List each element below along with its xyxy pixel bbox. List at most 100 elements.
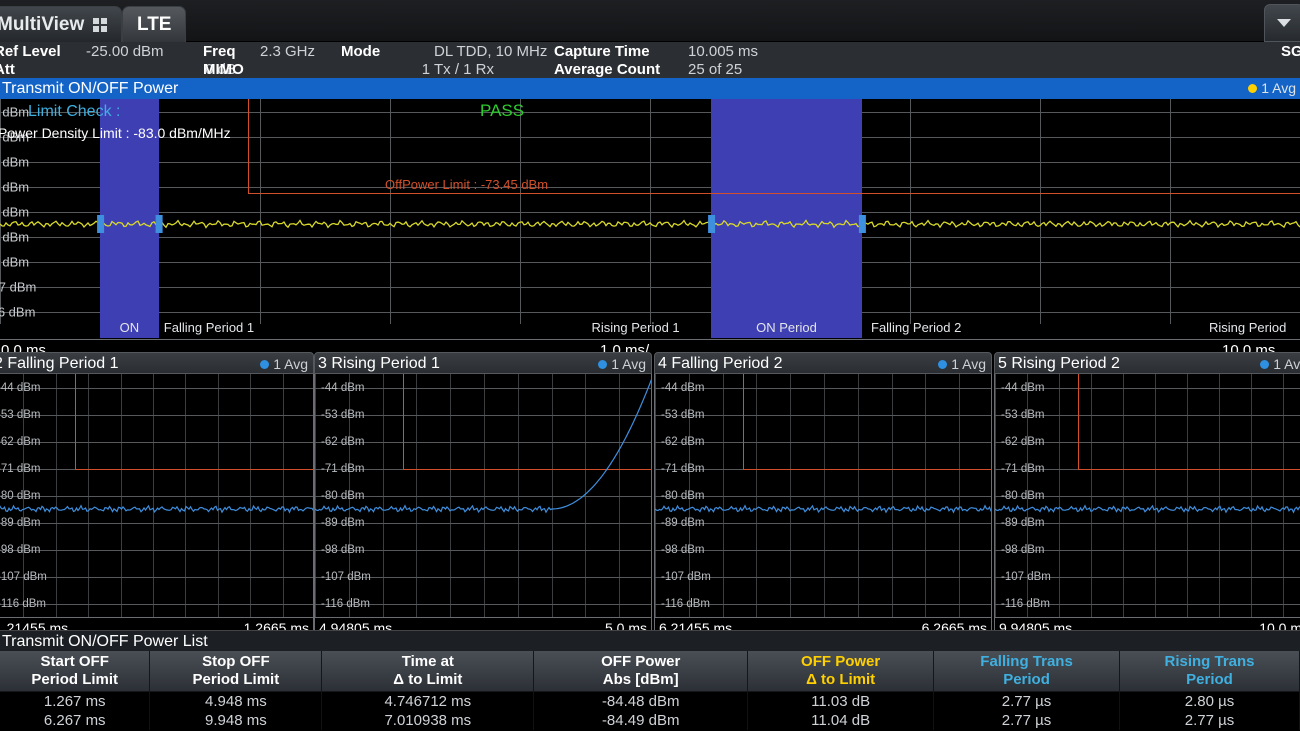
sub-trace-legend: 1 Avg (260, 353, 308, 375)
table-row[interactable]: 6.267 ms9.948 ms7.010938 ms-84.49 dBm11.… (0, 711, 1300, 730)
mimo-value[interactable]: 1 Tx / 1 Rx (400, 61, 494, 79)
ref-level-value[interactable]: -25.00 dBm (86, 43, 164, 61)
average-count-value[interactable]: 25 of 25 (688, 61, 742, 79)
table-cell: 2.77 µs (1120, 711, 1300, 730)
grid-icon (93, 18, 107, 32)
header-line-2: Period (1122, 671, 1297, 689)
trace-dot-icon (260, 360, 269, 369)
mimo-label: MIMO (203, 61, 244, 79)
header-line-1: OFF Power (536, 653, 745, 671)
main-diagram: Transmit ON/OFF Power 1 Avg -44 dBm-53 d… (0, 78, 1300, 348)
header-line-2: Δ to Limit (750, 671, 931, 689)
sub-trace-svg (315, 374, 652, 617)
table-cell: 7.010938 ms (322, 711, 534, 730)
capture-time-label: Capture Time (554, 43, 650, 61)
table-column-header: Falling TransPeriod (934, 651, 1120, 691)
main-diagram-title-bar: Transmit ON/OFF Power 1 Avg (0, 78, 1300, 99)
header-line-2: Δ to Limit (324, 671, 531, 689)
table-cell: 4.948 ms (150, 691, 322, 711)
analyzer-screen: MultiView LTE Ref Level -25.00 dBm Att 0… (0, 0, 1300, 731)
trace-dot-icon (598, 360, 607, 369)
table-body: 1.267 ms4.948 ms4.746712 ms-84.48 dBm11.… (0, 691, 1300, 730)
chevron-down-icon (1277, 19, 1291, 27)
measurement-info-bar: Ref Level -25.00 dBm Att 0 dB Freq 2.3 G… (0, 42, 1300, 78)
trace-dot-icon (1248, 84, 1257, 93)
sub-plot-area-1[interactable]: -44 dBm-53 dBm-62 dBm-71 dBm-80 dBm-89 d… (0, 374, 314, 617)
freq-value[interactable]: 2.3 GHz (260, 43, 315, 61)
table-cell: 2.77 µs (934, 711, 1120, 730)
sub-trace-svg (655, 374, 992, 617)
header-line-1: Start OFF (2, 653, 147, 671)
sub-trace-legend: 1 Avg (938, 353, 986, 375)
header-line-2: Period Limit (152, 671, 319, 689)
region-label: Falling Period 1 (164, 320, 254, 335)
table-cell: 2.77 µs (934, 691, 1120, 711)
table-cell: 2.80 µs (1120, 691, 1300, 711)
table-column-header: Stop OFFPeriod Limit (150, 651, 322, 691)
table-cell: 11.03 dB (748, 691, 934, 711)
sub-plot-area-2[interactable]: -44 dBm-53 dBm-62 dBm-71 dBm-80 dBm-89 d… (314, 374, 652, 617)
mode-value[interactable]: DL TDD, 10 MHz (434, 43, 547, 61)
table-column-header: Rising TransPeriod (1120, 651, 1300, 691)
header-line-1: Stop OFF (152, 653, 319, 671)
sub-trace-label: 1 Avg (1273, 353, 1300, 375)
transmit-on-off-power-list: Start OFFPeriod LimitStop OFFPeriod Limi… (0, 651, 1300, 730)
sub-plot-area-4[interactable]: -44 dBm-53 dBm-62 dBm-71 dBm-80 dBm-89 d… (994, 374, 1300, 617)
tab-multiview-label: MultiView (0, 14, 84, 36)
table-cell: 6.267 ms (0, 711, 150, 730)
table-cell: 9.948 ms (150, 711, 322, 730)
table-column-header: OFF PowerΔ to Limit (748, 651, 934, 691)
main-trace-legend: 1 Avg (1248, 78, 1296, 99)
att-label: Att (0, 61, 15, 79)
main-plot-area[interactable]: -44 dBm-53 dBm-62 dBm-71 dBm-80 dBm-89 d… (0, 99, 1300, 324)
table-cell: -84.49 dBm (534, 711, 748, 730)
region-label: Rising Period 1 (592, 320, 680, 335)
sg-indicator: SG (1281, 43, 1300, 61)
average-count-label: Average Count (554, 61, 660, 79)
sub-trace-svg (995, 374, 1300, 617)
sub-trace-legend: 1 Avg (598, 353, 646, 375)
sub-trace-label: 1 Avg (951, 353, 986, 375)
on-period-marker: ON Period (711, 318, 862, 338)
table-cell: 4.746712 ms (322, 691, 534, 711)
sub-trace-label: 1 Avg (611, 353, 646, 375)
main-trace-label: 1 Avg (1261, 78, 1296, 99)
sub-trace-label: 1 Avg (273, 353, 308, 375)
sub-diagram-title: 2 Falling Period 1 (0, 355, 119, 372)
table-column-header: Time atΔ to Limit (322, 651, 534, 691)
table-column-header: OFF PowerAbs [dBm] (534, 651, 748, 691)
sub-diagram-header-1[interactable]: 2 Falling Period 1 1 Avg (0, 352, 314, 374)
header-line-1: Falling Trans (936, 653, 1117, 671)
header-line-1: Rising Trans (1122, 653, 1297, 671)
sub-diagram-header-2[interactable]: 3 Rising Period 1 1 Avg (314, 352, 652, 374)
region-label: Falling Period 2 (871, 320, 961, 335)
table-cell: -84.48 dBm (534, 691, 748, 711)
sub-diagram-title: 5 Rising Period 2 (998, 355, 1120, 372)
tab-bar: MultiView LTE (0, 0, 1300, 42)
ref-level-label: Ref Level (0, 43, 61, 61)
table-row[interactable]: 1.267 ms4.948 ms4.746712 ms-84.48 dBm11.… (0, 691, 1300, 711)
tab-multiview[interactable]: MultiView (0, 6, 122, 42)
tab-dropdown-button[interactable] (1264, 4, 1300, 42)
sub-diagram-header-3[interactable]: 4 Falling Period 2 1 Avg (654, 352, 992, 374)
sub-plot-area-3[interactable]: -44 dBm-53 dBm-62 dBm-71 dBm-80 dBm-89 d… (654, 374, 992, 617)
capture-time-value[interactable]: 10.005 ms (688, 43, 758, 61)
tab-lte[interactable]: LTE (122, 6, 186, 42)
trace-dot-icon (938, 360, 947, 369)
main-diagram-title: Transmit ON/OFF Power (2, 80, 178, 97)
power-list-title: Transmit ON/OFF Power List (0, 630, 1300, 651)
main-region-label-strip: ON Period Falling Period 1 Rising Period 1… (0, 318, 1300, 338)
header-line-1: OFF Power (750, 653, 931, 671)
sub-diagram-header-4[interactable]: 5 Rising Period 2 1 Avg (994, 352, 1300, 374)
header-line-2: Period Limit (2, 671, 147, 689)
table-cell: 11.04 dB (748, 711, 934, 730)
sub-trace-legend: 1 Avg (1260, 353, 1300, 375)
header-line-1: Time at (324, 653, 531, 671)
table-header-row: Start OFFPeriod LimitStop OFFPeriod Limi… (0, 651, 1300, 691)
sub-trace-svg (0, 374, 314, 617)
trace-dot-icon (1260, 360, 1269, 369)
main-trace-svg (0, 99, 1300, 324)
sub-diagram-title: 3 Rising Period 1 (318, 355, 440, 372)
freq-label: Freq (203, 43, 236, 61)
sub-diagram-title: 4 Falling Period 2 (658, 355, 783, 372)
